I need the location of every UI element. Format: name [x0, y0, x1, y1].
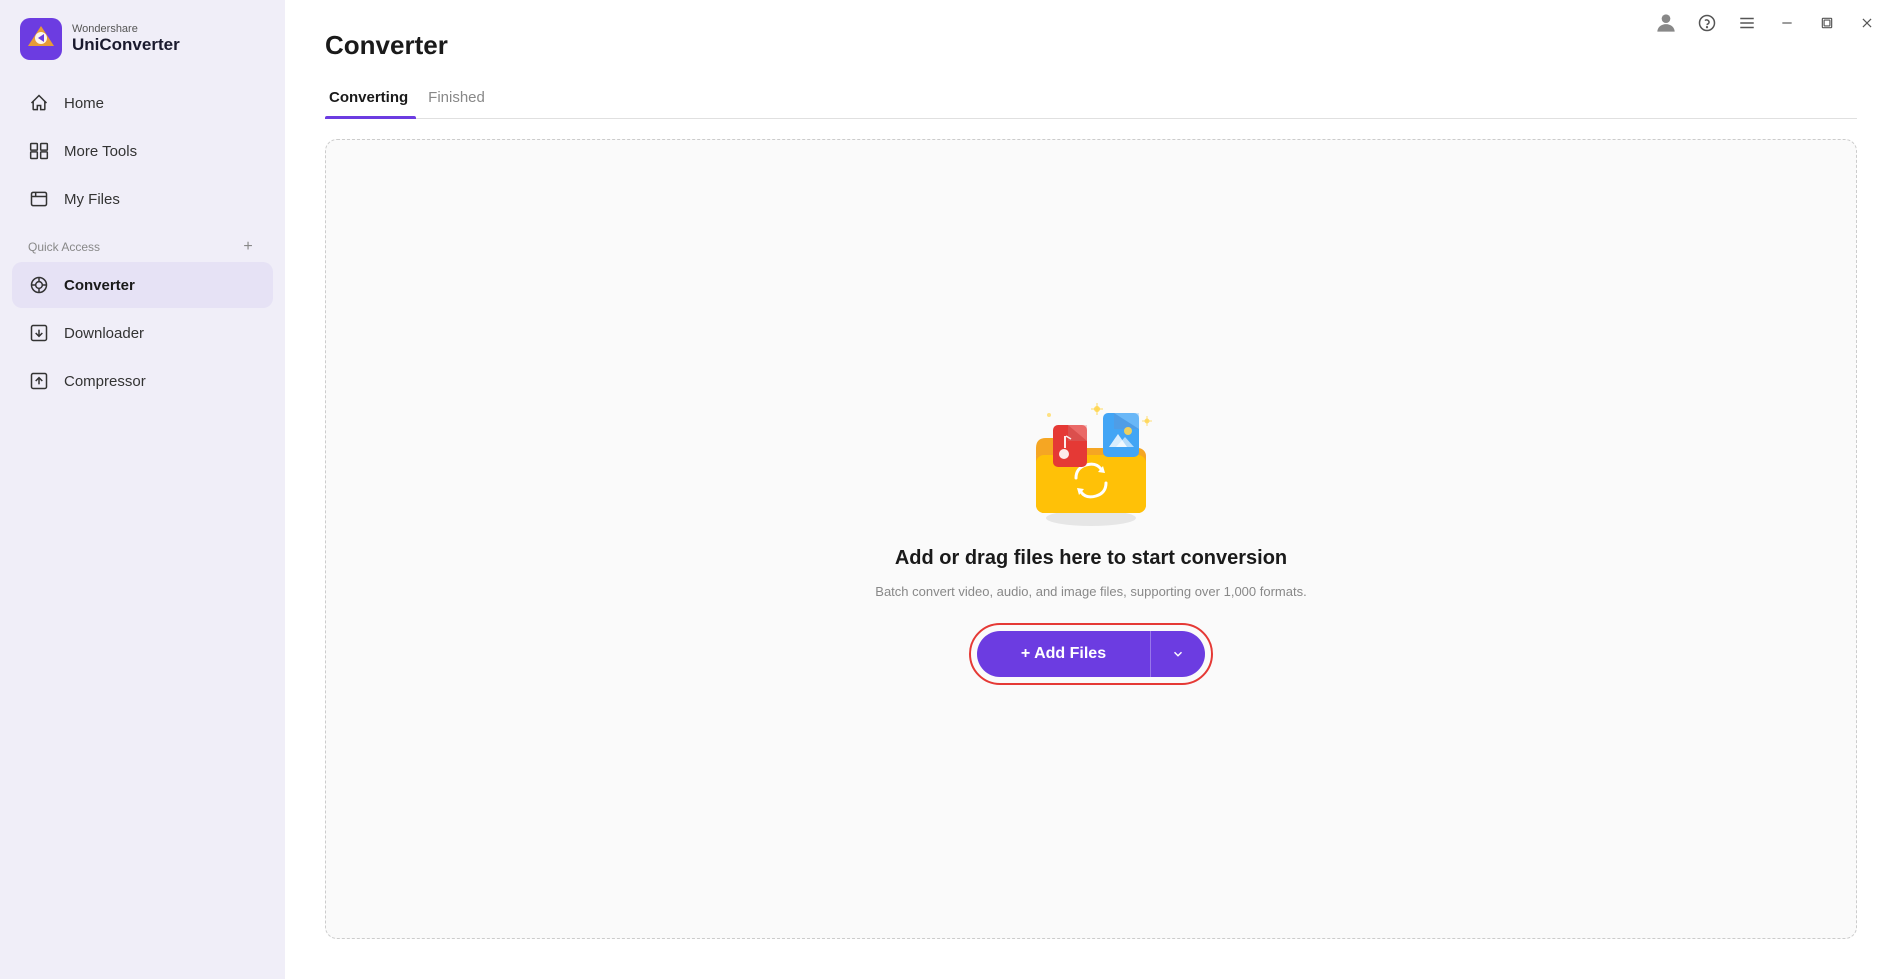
minimize-button[interactable] — [1773, 9, 1801, 37]
help-button[interactable] — [1693, 9, 1721, 37]
tab-finished[interactable]: Finished — [424, 81, 501, 118]
sidebar: Wondershare UniConverter Home — [0, 0, 285, 979]
sidebar-quick-access-nav: Converter Downloader Compr — [0, 262, 285, 404]
close-button[interactable] — [1853, 9, 1881, 37]
page-area: Converter Converting Finished — [285, 0, 1897, 979]
sidebar-item-converter[interactable]: Converter — [12, 262, 273, 308]
sidebar-item-home[interactable]: Home — [12, 80, 273, 126]
sidebar-item-compressor[interactable]: Compressor — [12, 358, 273, 404]
drop-zone-title: Add or drag files here to start conversi… — [895, 547, 1287, 570]
sidebar-item-my-files[interactable]: My Files — [12, 176, 273, 222]
user-avatar-button[interactable] — [1651, 8, 1681, 38]
sidebar-more-tools-label: More Tools — [64, 143, 137, 160]
converter-icon — [28, 274, 50, 296]
sidebar-converter-label: Converter — [64, 277, 135, 294]
logo-area: Wondershare UniConverter — [0, 0, 285, 80]
sidebar-item-more-tools[interactable]: More Tools — [12, 128, 273, 174]
sidebar-compressor-label: Compressor — [64, 373, 146, 390]
downloader-icon — [28, 322, 50, 344]
add-files-dropdown-button[interactable] — [1151, 631, 1205, 677]
quick-access-add-button[interactable]: + — [239, 238, 257, 256]
add-files-highlight-border: + Add Files — [969, 623, 1213, 685]
add-files-button[interactable]: + Add Files — [977, 631, 1151, 677]
my-files-icon — [28, 188, 50, 210]
tab-converting[interactable]: Converting — [325, 81, 424, 118]
sidebar-home-label: Home — [64, 95, 104, 112]
quick-access-label: Quick Access — [28, 240, 100, 254]
sidebar-item-downloader[interactable]: Downloader — [12, 310, 273, 356]
drop-zone[interactable]: Add or drag files here to start conversi… — [325, 139, 1857, 939]
main-content: Converter Converting Finished — [285, 0, 1897, 979]
brand-top: Wondershare — [72, 23, 180, 35]
drop-illustration — [1021, 393, 1161, 533]
title-bar — [1635, 0, 1897, 46]
compressor-icon — [28, 370, 50, 392]
tabs-bar: Converting Finished — [325, 81, 1857, 119]
logo-text: Wondershare UniConverter — [72, 23, 180, 55]
maximize-button[interactable] — [1813, 9, 1841, 37]
app-logo-icon — [20, 18, 62, 60]
brand-bottom: UniConverter — [72, 35, 180, 55]
add-files-btn-group: + Add Files — [977, 631, 1205, 677]
sidebar-downloader-label: Downloader — [64, 325, 144, 342]
sidebar-nav: Home More Tools — [0, 80, 285, 222]
sidebar-my-files-label: My Files — [64, 191, 120, 208]
home-icon — [28, 92, 50, 114]
drop-zone-subtitle: Batch convert video, audio, and image fi… — [875, 584, 1306, 599]
more-tools-icon — [28, 140, 50, 162]
page-title: Converter — [325, 30, 1857, 61]
menu-button[interactable] — [1733, 9, 1761, 37]
quick-access-header: Quick Access + — [0, 222, 285, 262]
